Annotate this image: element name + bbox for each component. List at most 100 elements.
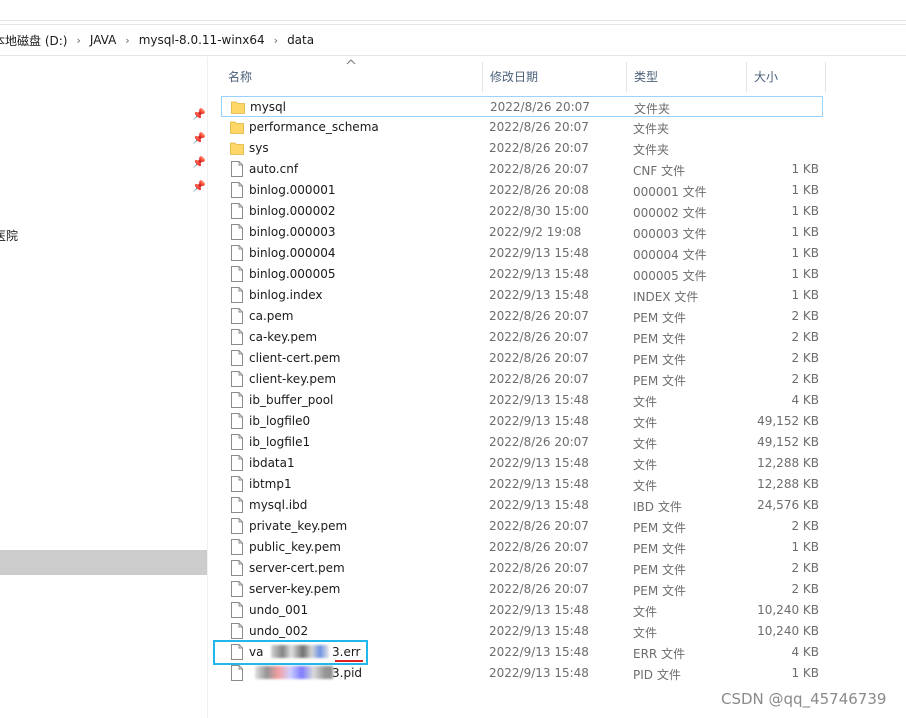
nav-item-label[interactable]: 医院	[0, 227, 18, 244]
annotation-underline	[335, 660, 363, 662]
file-row[interactable]: ca.pem 2022/8/26 20:07 PEM 文件 2 KB	[221, 306, 823, 327]
file-row[interactable]: auto.cnf 2022/8/26 20:07 CNF 文件 1 KB	[221, 159, 823, 180]
watermark: CSDN @qq_45746739	[721, 690, 887, 708]
file-row[interactable]: binlog.000004 2022/9/13 15:48 000004 文件 1 K…	[221, 243, 823, 264]
file-size: 1 KB	[791, 225, 819, 239]
breadcrumb-data[interactable]: data	[282, 33, 319, 47]
file-row[interactable]: private_key.pem 2022/8/26 20:07 PEM 文件 2 KB	[221, 516, 823, 537]
file-row[interactable]: ib_logfile1 2022/8/26 20:07 文件 49,152 KB	[221, 432, 823, 453]
file-type: PID 文件	[633, 668, 681, 682]
file-date: 2022/8/26 20:07	[489, 120, 589, 134]
breadcrumb-drive[interactable]: 本地磁盘 (D:)	[0, 32, 72, 49]
file-date: 2022/9/13 15:48	[489, 624, 589, 638]
file-row[interactable]: client-cert.pem 2022/8/26 20:07 PEM 文件 2 KB	[221, 348, 823, 369]
file-name: binlog.000001	[249, 183, 336, 197]
file-row[interactable]: sys 2022/8/26 20:07 文件夹	[221, 138, 823, 159]
file-date: 2022/8/26 20:07	[490, 100, 590, 114]
column-header-size[interactable]: 大小	[747, 62, 826, 92]
file-name: ib_logfile0	[249, 414, 311, 428]
file-size: 24,576 KB	[757, 498, 819, 512]
file-row[interactable]: mysql 2022/8/26 20:07 文件夹	[221, 96, 823, 117]
column-header-date[interactable]: 修改日期	[483, 62, 627, 92]
pin-icon[interactable]: 📌	[192, 109, 206, 121]
file-type: INDEX 文件	[633, 290, 699, 304]
file-row[interactable]: ib_logfile0 2022/9/13 15:48 文件 49,152 KB	[221, 411, 823, 432]
file-type: 文件	[633, 437, 658, 451]
file-size: 1 KB	[791, 267, 819, 281]
address-bar[interactable]: 本地磁盘 (D:) › JAVA › mysql-8.0.11-winx64 ›…	[0, 24, 906, 56]
file-type: PEM 文件	[633, 311, 686, 325]
file-row[interactable]: binlog.000002 2022/8/30 15:00 000002 文件 1 K…	[221, 201, 823, 222]
file-type: PEM 文件	[633, 353, 686, 367]
pin-icon[interactable]: 📌	[192, 133, 206, 145]
file-type: 文件夹	[633, 143, 670, 157]
column-header-name[interactable]: 名称	[221, 62, 483, 92]
file-date: 2022/8/26 20:07	[489, 162, 589, 176]
file-type: PEM 文件	[633, 521, 686, 535]
file-date: 2022/8/26 20:07	[489, 330, 589, 344]
folder-icon	[231, 101, 245, 114]
pin-icon[interactable]: 📌	[192, 157, 206, 169]
file-row[interactable]: binlog.index 2022/9/13 15:48 INDEX 文件 1 KB	[221, 285, 823, 306]
file-icon	[231, 497, 243, 513]
file-row[interactable]: public_key.pem 2022/8/26 20:07 PEM 文件 1 KB	[221, 537, 823, 558]
file-name: performance_schema	[249, 120, 379, 134]
pin-icon[interactable]: 📌	[192, 181, 206, 193]
file-date: 2022/8/26 20:07	[489, 561, 589, 575]
file-name: public_key.pem	[249, 540, 341, 554]
breadcrumb-separator-icon[interactable]: ›	[270, 34, 282, 47]
file-row[interactable]: binlog.000005 2022/9/13 15:48 000005 文件 1 K…	[221, 264, 823, 285]
file-row[interactable]: binlog.000001 2022/8/26 20:08 000001 文件 1 K…	[221, 180, 823, 201]
file-date: 2022/9/13 15:48	[489, 288, 589, 302]
file-row[interactable]: ib_buffer_pool 2022/9/13 15:48 文件 4 KB	[221, 390, 823, 411]
file-row[interactable]: ibdata1 2022/9/13 15:48 文件 12,288 KB	[221, 453, 823, 474]
file-name: binlog.index	[249, 288, 323, 302]
file-icon	[231, 392, 243, 408]
file-date: 2022/9/13 15:48	[489, 603, 589, 617]
file-row[interactable]: server-key.pem 2022/8/26 20:07 PEM 文件 2 KB	[221, 579, 823, 600]
column-header-type[interactable]: 类型	[627, 62, 747, 92]
file-row[interactable]: client-key.pem 2022/8/26 20:07 PEM 文件 2 KB	[221, 369, 823, 390]
file-date: 2022/8/26 20:07	[489, 141, 589, 155]
file-type: PEM 文件	[633, 563, 686, 577]
file-size: 2 KB	[791, 351, 819, 365]
file-row[interactable]: performance_schema 2022/8/26 20:07 文件夹	[221, 117, 823, 138]
file-row[interactable]: ca-key.pem 2022/8/26 20:07 PEM 文件 2 KB	[221, 327, 823, 348]
file-type: 文件	[633, 395, 658, 409]
breadcrumb-java[interactable]: JAVA	[85, 33, 121, 47]
file-icon	[231, 476, 243, 492]
breadcrumb-mysql-folder[interactable]: mysql-8.0.11-winx64	[134, 33, 270, 47]
navigation-pane: 📌 📌 📌 📌 医院	[0, 57, 208, 718]
breadcrumb-separator-icon[interactable]: ›	[121, 34, 133, 47]
window-top-strip	[0, 0, 906, 21]
file-size: 4 KB	[791, 645, 819, 659]
file-date: 2022/9/13 15:48	[489, 267, 589, 281]
file-size: 1 KB	[791, 204, 819, 218]
file-type: 000001 文件	[633, 185, 707, 199]
breadcrumb-separator-icon[interactable]: ›	[72, 34, 84, 47]
file-icon	[231, 518, 243, 534]
file-type: 000003 文件	[633, 227, 707, 241]
file-icon	[231, 581, 243, 597]
file-type: 文件	[633, 626, 658, 640]
file-name: ib_buffer_pool	[249, 393, 334, 407]
file-size: 10,240 KB	[757, 603, 819, 617]
file-row[interactable]: undo_002 2022/9/13 15:48 文件 10,240 KB	[221, 621, 823, 642]
file-type: 文件夹	[634, 102, 671, 116]
file-icon	[231, 602, 243, 618]
file-type: 文件夹	[633, 122, 670, 136]
file-row[interactable]: binlog.000003 2022/9/2 19:08 000003 文件 1 KB	[221, 222, 823, 243]
file-size: 49,152 KB	[757, 435, 819, 449]
file-row[interactable]: mysql.ibd 2022/9/13 15:48 IBD 文件 24,576 KB	[221, 495, 823, 516]
file-icon	[231, 560, 243, 576]
file-row[interactable]: undo_001 2022/9/13 15:48 文件 10,240 KB	[221, 600, 823, 621]
file-date: 2022/9/13 15:48	[489, 456, 589, 470]
file-row[interactable]: server-cert.pem 2022/8/26 20:07 PEM 文件 2 KB	[221, 558, 823, 579]
file-size: 2 KB	[791, 561, 819, 575]
file-type: 000004 文件	[633, 248, 707, 262]
file-name: sys	[249, 141, 269, 155]
file-date: 2022/9/13 15:48	[489, 645, 589, 659]
file-row[interactable]: ibtmp1 2022/9/13 15:48 文件 12,288 KB	[221, 474, 823, 495]
file-date: 2022/8/26 20:07	[489, 351, 589, 365]
nav-selected-item[interactable]	[0, 550, 207, 575]
